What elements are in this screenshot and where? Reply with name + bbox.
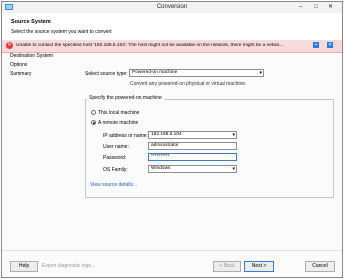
next-button[interactable]: Next > [244, 261, 274, 272]
password-input[interactable]: ********** [148, 153, 237, 161]
help-button[interactable]: Help [10, 261, 38, 272]
nav-item-summary[interactable]: Summary [10, 71, 31, 77]
chevron-down-icon: ▾ [232, 166, 235, 172]
window-title: Conversion [156, 4, 188, 10]
ip-address-input[interactable]: 192.168.6.104 ▾ [148, 131, 237, 139]
page-header: Source System Select the source system y… [2, 13, 342, 41]
user-label: User name: [103, 144, 129, 150]
footer: Help Export diagnostic logs... < Back Ne… [2, 250, 342, 277]
cancel-button[interactable]: Cancel [305, 261, 335, 272]
radio-local-machine[interactable] [91, 110, 96, 115]
nav-item-destination-system[interactable]: Destination System [10, 53, 53, 59]
os-value: Windows [151, 166, 171, 171]
nav-item-options[interactable]: Options [10, 62, 27, 68]
radio-remote-label: A remote machine [98, 120, 139, 126]
error-message: Unable to contact the specified host '19… [16, 43, 284, 48]
group-title: Specify the powered-on machine [87, 95, 164, 101]
conversion-window: Conversion – □ ✕ Source System Select th… [1, 1, 343, 278]
page-title: Source System [11, 19, 51, 25]
source-type-hint: Convert any powered-on physical or virtu… [130, 81, 247, 87]
back-button[interactable]: < Back [213, 261, 241, 272]
maximize-button[interactable]: □ [314, 4, 318, 10]
wizard-nav: Destination System Options Summary [2, 53, 72, 253]
error-icon: ✕ [6, 42, 13, 49]
password-label: Password: [103, 155, 127, 161]
close-button[interactable]: ✕ [328, 4, 333, 10]
error-banner: ✕ Unable to contact the specified host '… [2, 40, 342, 53]
source-type-value: Powered-on machine [132, 70, 178, 75]
plus-icon[interactable]: + [313, 42, 319, 48]
os-label: OS Family: [103, 167, 128, 173]
source-type-select[interactable]: Powered-on machine ▾ [129, 69, 264, 77]
chevron-down-icon: ▾ [259, 70, 262, 76]
minimize-button[interactable]: – [299, 4, 302, 10]
radio-local-label: This local machine [98, 110, 140, 116]
view-source-details-link[interactable]: View source details... [90, 182, 137, 188]
chevron-down-icon: ▾ [232, 132, 235, 138]
radio-remote-machine[interactable] [91, 120, 96, 125]
ip-value: 192.168.6.104 [151, 132, 182, 137]
os-family-select[interactable]: Windows ▾ [148, 165, 237, 173]
page-subtitle: Select the source system you want to con… [11, 29, 112, 35]
username-input[interactable]: administrator [148, 142, 237, 150]
export-logs-link[interactable]: Export diagnostic logs... [42, 263, 95, 269]
source-type-label: Select source type: [85, 71, 128, 77]
close-icon[interactable]: ✕ [327, 42, 333, 48]
ip-label: IP address or name: [103, 133, 148, 139]
